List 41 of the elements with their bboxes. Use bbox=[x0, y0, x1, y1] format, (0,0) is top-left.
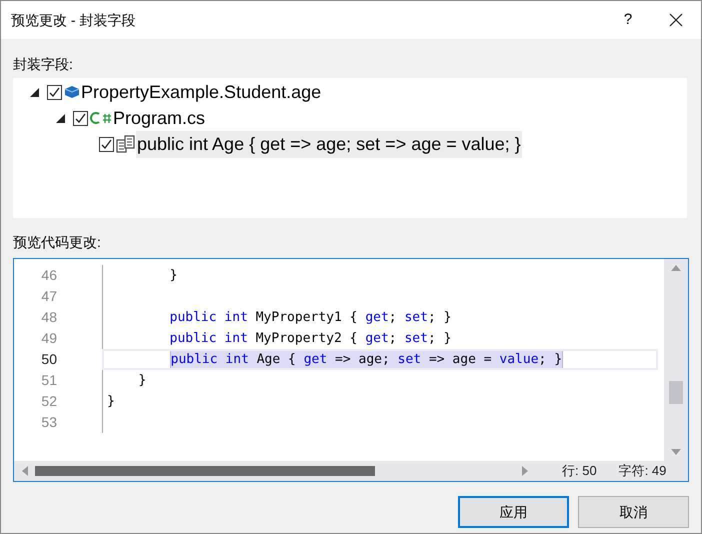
tree-item-label[interactable]: public int Age { get => age; set => age = value; } bbox=[136, 130, 522, 158]
scrollbar-thumb[interactable] bbox=[35, 466, 375, 476]
section-label: 预览代码更改: bbox=[13, 233, 102, 252]
checkbox[interactable] bbox=[99, 136, 114, 152]
code-line: } bbox=[170, 266, 178, 285]
help-button[interactable]: ? bbox=[605, 1, 651, 39]
code-line: public int MyProperty1 { get; set; } bbox=[170, 308, 452, 327]
code-editor[interactable]: 46 } 47 48 public int MyProperty1 { get; set; } 49 public int MyProperty2 { get; set; } 50 public int Age { get => age; set => age = value; } 51 } 52 } 53 行: 50 字符: 49 bbox=[13, 258, 689, 482]
scroll-up-icon[interactable] bbox=[671, 265, 681, 271]
vertical-scrollbar[interactable] bbox=[664, 259, 688, 461]
expand-triangle-icon[interactable] bbox=[30, 88, 38, 96]
line-number: 47 bbox=[40, 287, 57, 306]
close-icon[interactable] bbox=[669, 13, 683, 27]
property-icon bbox=[116, 134, 136, 154]
line-indicator: 行: 50 bbox=[562, 462, 597, 480]
line-number: 49 bbox=[40, 329, 57, 348]
line-number: 53 bbox=[40, 413, 57, 432]
line-number: 46 bbox=[40, 266, 57, 285]
scrollbar-thumb[interactable] bbox=[669, 381, 683, 404]
scroll-left-icon[interactable] bbox=[22, 466, 28, 476]
line-number: 51 bbox=[40, 371, 57, 390]
checkbox[interactable] bbox=[73, 110, 88, 126]
checkbox[interactable] bbox=[47, 84, 62, 100]
line-number: 50 bbox=[40, 350, 57, 369]
code-line: public int MyProperty2 { get; set; } bbox=[170, 330, 452, 348]
code-line: } bbox=[107, 392, 115, 411]
expand-triangle-icon[interactable] bbox=[56, 114, 64, 122]
cube-icon bbox=[64, 85, 80, 99]
scroll-down-icon[interactable] bbox=[671, 449, 681, 455]
dialog-button[interactable]: 应用 bbox=[458, 496, 569, 528]
line-number: 48 bbox=[40, 308, 57, 327]
csharp-file-icon bbox=[90, 111, 112, 125]
scroll-right-icon[interactable] bbox=[522, 466, 528, 476]
char-indicator: 字符: 49 bbox=[618, 462, 666, 480]
code-line: } bbox=[138, 372, 146, 390]
section-label: 封装字段: bbox=[13, 55, 74, 74]
window-title: 预览更改 - 封装字段 bbox=[11, 10, 136, 30]
tree-item-label[interactable]: Program.cs bbox=[112, 104, 206, 132]
dialog-button[interactable]: 取消 bbox=[578, 496, 689, 528]
tree-item-label[interactable]: PropertyExample.Student.age bbox=[80, 78, 322, 106]
line-number: 52 bbox=[40, 392, 57, 411]
